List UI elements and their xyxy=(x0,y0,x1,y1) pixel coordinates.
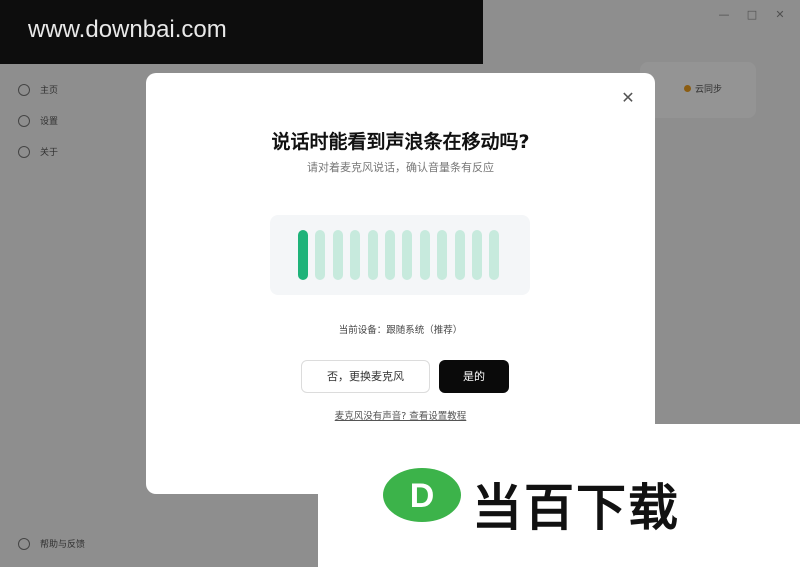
volume-bar xyxy=(472,230,482,280)
volume-bar xyxy=(489,230,500,280)
volume-bar xyxy=(332,230,343,280)
volume-meter xyxy=(270,215,530,295)
downbai-logo-icon: D xyxy=(383,468,461,522)
change-microphone-button[interactable]: 否，更换麦克风 xyxy=(301,360,430,393)
volume-bar xyxy=(419,230,430,280)
volume-bar xyxy=(402,230,413,280)
volume-bar xyxy=(454,230,465,280)
volume-bar xyxy=(315,230,326,280)
mic-help-link[interactable]: 麦克风没有声音? 查看设置教程 xyxy=(146,408,655,422)
volume-bar xyxy=(385,230,395,280)
volume-bar xyxy=(437,230,448,280)
svg-text:D: D xyxy=(410,477,435,515)
watermark-logo-text: 当百下载 xyxy=(472,479,680,537)
volume-bar-active xyxy=(298,230,308,280)
dialog-title: 说话时能看到声浪条在移动吗? xyxy=(271,131,530,153)
watermark-url: www.downbai.com xyxy=(28,16,227,43)
volume-bar xyxy=(350,230,361,280)
dialog-subtitle: 请对着麦克风说话，确认音量条有反应 xyxy=(307,161,494,174)
volume-bar xyxy=(367,230,378,280)
current-device-label: 当前设备：跟随系统（推荐） xyxy=(338,325,463,336)
close-icon[interactable]: ✕ xyxy=(619,89,637,107)
watermark-banner: www.downbai.com xyxy=(0,0,483,64)
watermark-logo: D 当百下载 xyxy=(318,424,800,567)
confirm-yes-button[interactable]: 是的 xyxy=(439,360,509,393)
